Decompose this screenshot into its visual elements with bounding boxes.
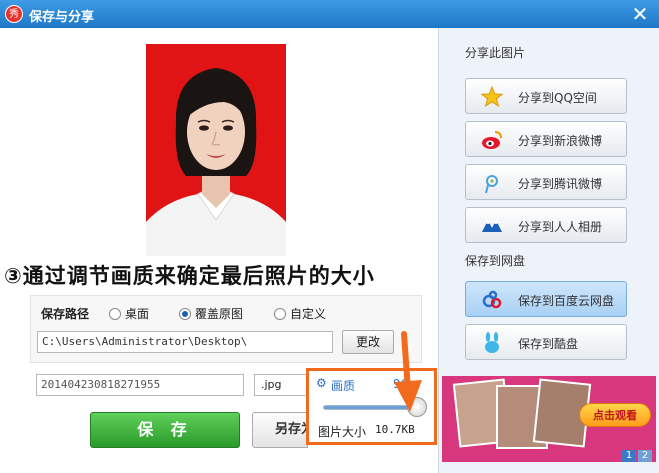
ad-page-1[interactable]: 1 bbox=[622, 450, 636, 462]
sina-weibo-icon bbox=[482, 131, 502, 149]
share-renren-label: 分享到人人相册 bbox=[518, 220, 603, 234]
share-renren-button[interactable]: 分享到人人相册 bbox=[465, 207, 627, 243]
save-kupan-button[interactable]: 保存到酷盘 bbox=[465, 324, 627, 360]
share-sina-weibo-label: 分享到新浪微博 bbox=[518, 134, 603, 148]
radio-desktop[interactable]: 桌面 bbox=[109, 305, 149, 322]
radio-icon bbox=[274, 307, 286, 320]
save-baidu-cloud-button[interactable]: 保存到百度云网盘 bbox=[465, 281, 627, 317]
share-sina-weibo-button[interactable]: 分享到新浪微博 bbox=[465, 121, 627, 157]
gear-icon: ⚙ bbox=[316, 376, 327, 390]
radio-desktop-label: 桌面 bbox=[125, 307, 150, 321]
radio-custom[interactable]: 自定义 bbox=[274, 305, 326, 322]
kupan-bunny-icon bbox=[485, 332, 499, 353]
radio-selected-icon bbox=[179, 307, 191, 320]
share-qzone-button[interactable]: 分享到QQ空间 bbox=[465, 78, 627, 114]
share-tencent-weibo-label: 分享到腾讯微博 bbox=[518, 177, 603, 191]
share-tencent-weibo-button[interactable]: 分享到腾讯微博 bbox=[465, 164, 627, 200]
qzone-star-icon bbox=[480, 85, 504, 108]
image-size-label: 图片大小 bbox=[318, 425, 367, 439]
quality-label: 画质 bbox=[331, 379, 356, 393]
window-title: 保存与分享 bbox=[29, 10, 95, 25]
ad-watch-button[interactable]: 点击观看 bbox=[579, 403, 651, 427]
ad-banner[interactable]: 点击观看 1 2 bbox=[442, 376, 656, 462]
tencent-weibo-icon bbox=[485, 175, 498, 194]
app-logo-icon: 秀 bbox=[5, 5, 23, 23]
share-section-title: 分享此图片 bbox=[465, 46, 526, 60]
save-baidu-cloud-label: 保存到百度云网盘 bbox=[518, 294, 615, 308]
filename-input[interactable]: 20140423081827195​5 bbox=[36, 374, 244, 396]
save-path-label: 保存路径 bbox=[41, 307, 90, 321]
share-qzone-label: 分享到QQ空间 bbox=[518, 91, 597, 105]
change-path-button[interactable]: 更改 bbox=[342, 330, 394, 354]
radio-custom-label: 自定义 bbox=[290, 307, 327, 321]
ad-pager: 1 2 bbox=[622, 450, 652, 462]
save-path-input[interactable]: C:\Users\Administrator\Desktop\ bbox=[37, 331, 333, 353]
extension-value: .jpg bbox=[261, 378, 282, 391]
save-path-group: 保存路径 桌面 覆盖原图 自定义 C:\Users\Administrator\… bbox=[30, 295, 422, 363]
radio-overwrite-original[interactable]: 覆盖原图 bbox=[179, 305, 243, 322]
baidu-cloud-icon bbox=[482, 290, 502, 309]
netdisk-section-title: 保存到网盘 bbox=[465, 254, 526, 268]
portrait-image bbox=[146, 44, 286, 256]
instruction-annotation: ③通过调节画质来确定最后照片的大小 bbox=[4, 264, 375, 288]
ad-page-2[interactable]: 2 bbox=[638, 450, 652, 462]
pointer-arrow-icon bbox=[394, 331, 422, 412]
save-kupan-label: 保存到酷盘 bbox=[518, 337, 579, 351]
id-photo-preview bbox=[146, 44, 286, 256]
radio-overwrite-label: 覆盖原图 bbox=[195, 307, 244, 321]
save-as-button[interactable]: 另存为 bbox=[252, 412, 308, 448]
save-button[interactable]: 保 存 bbox=[90, 412, 240, 448]
image-size-value: 10.7KB bbox=[375, 423, 415, 436]
renren-icon bbox=[482, 220, 502, 232]
title-bar: 秀 保存与分享 ✕ bbox=[0, 0, 659, 28]
radio-icon bbox=[109, 307, 121, 320]
close-button[interactable]: ✕ bbox=[629, 3, 651, 25]
